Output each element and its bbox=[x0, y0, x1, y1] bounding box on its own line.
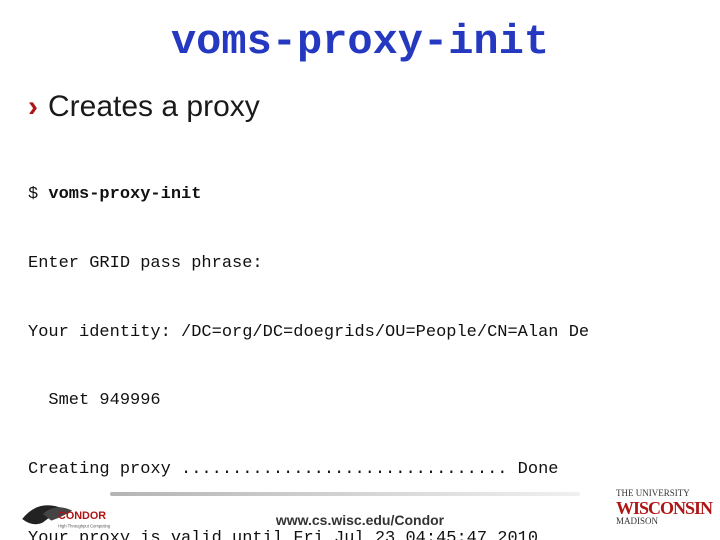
condor-logo: CONDOR High Throughput Computing bbox=[18, 494, 118, 534]
wisc-city: MADISON bbox=[616, 517, 712, 526]
terminal-output-line: Enter GRID pass phrase: bbox=[28, 253, 692, 276]
footer-divider bbox=[110, 492, 580, 496]
condor-eagle-icon: CONDOR High Throughput Computing bbox=[18, 494, 118, 534]
bullet-marker-icon: › bbox=[28, 92, 38, 122]
wisconsin-text: THE UNIVERSITY WISCONSIN MADISON bbox=[616, 489, 712, 527]
wisc-name: WISCONSIN bbox=[616, 499, 712, 518]
prompt: $ bbox=[28, 185, 48, 204]
terminal-command-line: $ voms-proxy-init bbox=[28, 184, 692, 207]
command: voms-proxy-init bbox=[48, 185, 201, 204]
terminal-output-line: Your identity: /DC=org/DC=doegrids/OU=Pe… bbox=[28, 322, 692, 345]
condor-label: CONDOR bbox=[58, 510, 106, 522]
slide-title: voms-proxy-init bbox=[0, 18, 720, 66]
footer: www.cs.wisc.edu/Condor CONDOR High Throu… bbox=[0, 470, 720, 540]
slide: voms-proxy-init › Creates a proxy $ voms… bbox=[0, 18, 720, 540]
bullet-item: › Creates a proxy bbox=[28, 90, 720, 124]
bullet-text: Creates a proxy bbox=[48, 90, 260, 124]
svg-text:High Throughput Computing: High Throughput Computing bbox=[58, 523, 111, 528]
terminal-output-line: Smet 949996 bbox=[28, 390, 692, 413]
wisconsin-logo: THE UNIVERSITY WISCONSIN MADISON bbox=[612, 482, 702, 534]
